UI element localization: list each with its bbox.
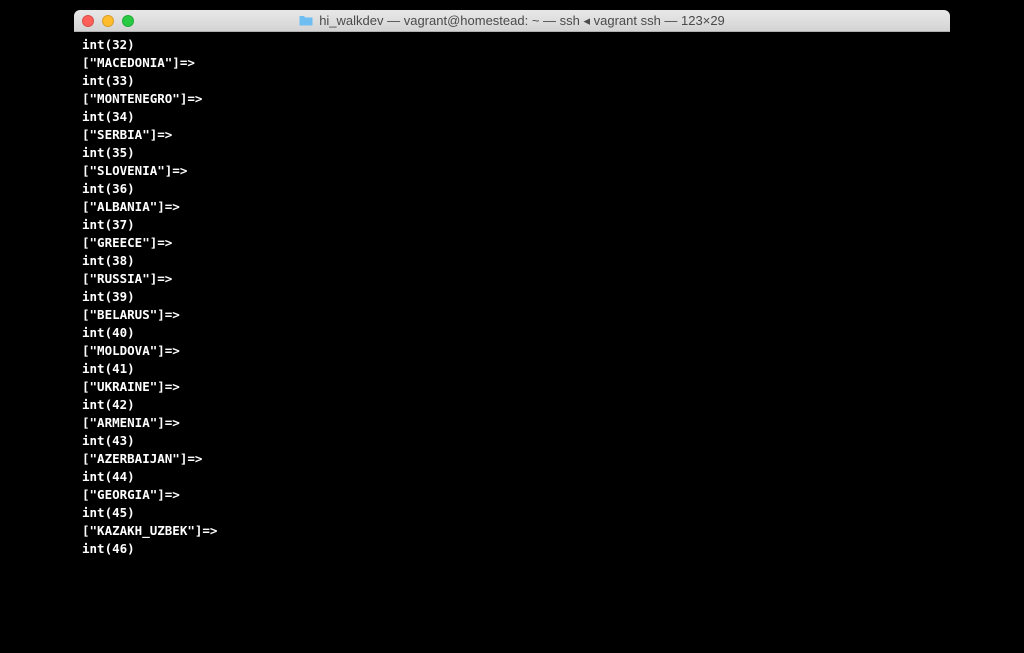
terminal-line: int(34) [82,108,942,126]
terminal-line: int(46) [82,540,942,558]
terminal-line: ["AZERBAIJAN"]=> [82,450,942,468]
terminal-line: int(39) [82,288,942,306]
terminal-line: ["GREECE"]=> [82,234,942,252]
window-title: hi_walkdev — vagrant@homestead: ~ — ssh … [319,13,725,29]
terminal-line: int(45) [82,504,942,522]
terminal-line: int(35) [82,144,942,162]
terminal-line: int(44) [82,468,942,486]
terminal-line: ["GEORGIA"]=> [82,486,942,504]
terminal-line: int(37) [82,216,942,234]
terminal-line: ["RUSSIA"]=> [82,270,942,288]
terminal-body[interactable]: int(32)["MACEDONIA"]=>int(33)["MONTENEGR… [74,32,950,578]
terminal-line: int(40) [82,324,942,342]
terminal-line: ["ARMENIA"]=> [82,414,942,432]
title-bar: hi_walkdev — vagrant@homestead: ~ — ssh … [74,10,950,32]
terminal-line: ["MONTENEGRO"]=> [82,90,942,108]
traffic-lights [82,15,134,27]
terminal-line: ["SERBIA"]=> [82,126,942,144]
terminal-line: int(42) [82,396,942,414]
terminal-line: ["KAZAKH_UZBEK"]=> [82,522,942,540]
terminal-line: int(32) [82,36,942,54]
terminal-line: ["BELARUS"]=> [82,306,942,324]
title-content: hi_walkdev — vagrant@homestead: ~ — ssh … [74,13,950,29]
terminal-line: int(41) [82,360,942,378]
terminal-line: ["ALBANIA"]=> [82,198,942,216]
zoom-button[interactable] [122,15,134,27]
terminal-line: int(38) [82,252,942,270]
terminal-line: int(36) [82,180,942,198]
terminal-line: int(43) [82,432,942,450]
minimize-button[interactable] [102,15,114,27]
terminal-line: ["SLOVENIA"]=> [82,162,942,180]
terminal-line: ["MOLDOVA"]=> [82,342,942,360]
terminal-line: ["UKRAINE"]=> [82,378,942,396]
close-button[interactable] [82,15,94,27]
terminal-window: hi_walkdev — vagrant@homestead: ~ — ssh … [74,10,950,578]
terminal-line: ["MACEDONIA"]=> [82,54,942,72]
folder-icon [299,15,313,26]
terminal-line: int(33) [82,72,942,90]
